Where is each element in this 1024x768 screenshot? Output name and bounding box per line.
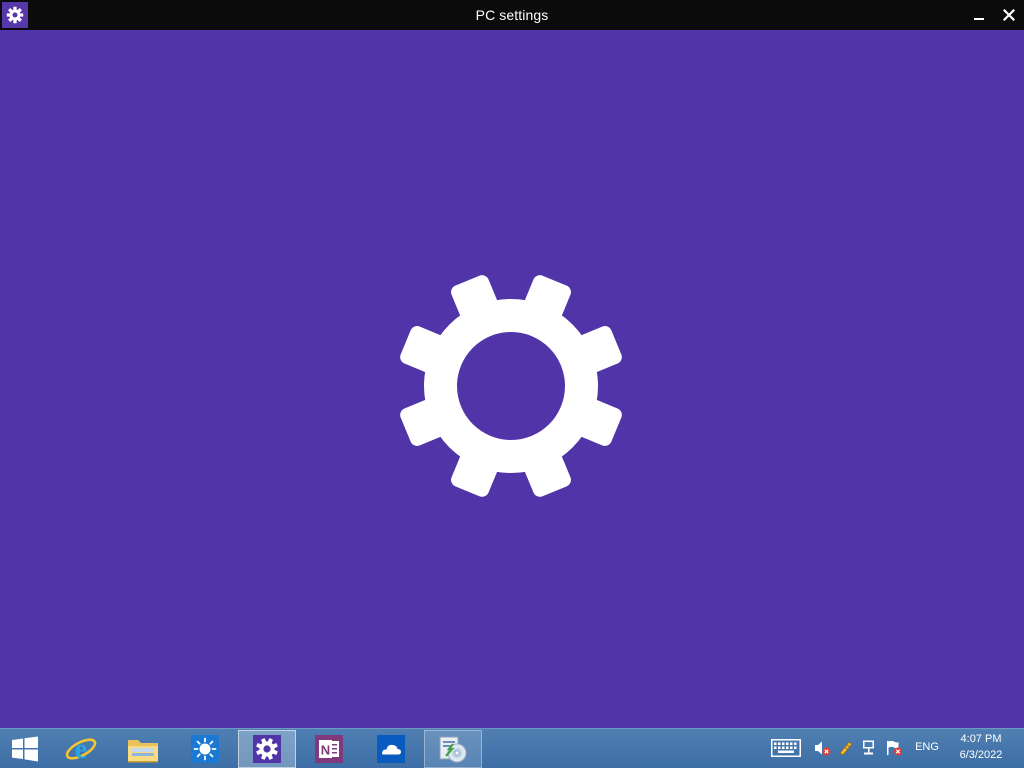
app-splash-screen xyxy=(0,30,1024,728)
internet-explorer-icon: e xyxy=(65,734,97,765)
clock[interactable]: 4:07 PM 6/3/2022 xyxy=(950,731,1012,763)
clock-date: 6/3/2022 xyxy=(959,749,1003,761)
close-button[interactable] xyxy=(994,0,1024,30)
power-button[interactable] xyxy=(836,737,856,759)
start-button[interactable] xyxy=(4,730,46,768)
weather-sun-icon xyxy=(191,735,219,763)
title-bar[interactable]: PC settings xyxy=(0,0,1024,30)
network-button[interactable] xyxy=(860,737,880,759)
input-language-indicator[interactable]: ENG xyxy=(908,729,946,768)
touch-keyboard-button[interactable] xyxy=(770,737,802,759)
taskbar-onedrive[interactable] xyxy=(365,730,417,768)
power-icon xyxy=(839,741,853,756)
volume-muted-icon xyxy=(815,741,831,756)
screen: PC settings e N ENG 4:07 PM 6/3/2022 xyxy=(0,0,1024,768)
settings-gear-icon xyxy=(253,735,281,763)
minimize-button[interactable] xyxy=(964,0,994,30)
taskbar: e N ENG 4:07 PM 6/3/2022 xyxy=(0,728,1024,768)
close-icon xyxy=(1003,9,1015,21)
onedrive-cloud-icon xyxy=(377,735,405,763)
onenote-icon: N xyxy=(315,735,343,763)
windows-start-icon xyxy=(12,736,38,762)
network-icon xyxy=(863,740,874,755)
installer-disc-icon xyxy=(439,736,467,763)
clock-time: 4:07 PM xyxy=(960,733,1002,745)
gear-icon xyxy=(400,275,622,497)
svg-text:e: e xyxy=(75,734,87,765)
action-center-button[interactable] xyxy=(884,737,904,759)
action-center-flag-icon xyxy=(887,740,902,756)
taskbar-file-explorer[interactable] xyxy=(117,730,169,768)
file-explorer-icon xyxy=(128,740,158,763)
taskbar-pc-settings[interactable] xyxy=(238,730,296,768)
volume-button[interactable] xyxy=(812,737,832,759)
window-title: PC settings xyxy=(475,7,549,23)
touch-keyboard-icon xyxy=(771,739,801,757)
taskbar-installer[interactable] xyxy=(424,730,482,768)
taskbar-weather[interactable] xyxy=(179,730,231,768)
taskbar-onenote[interactable]: N xyxy=(303,730,355,768)
minimize-icon xyxy=(974,18,984,20)
taskbar-internet-explorer[interactable]: e xyxy=(55,730,107,768)
svg-text:N: N xyxy=(321,743,330,758)
